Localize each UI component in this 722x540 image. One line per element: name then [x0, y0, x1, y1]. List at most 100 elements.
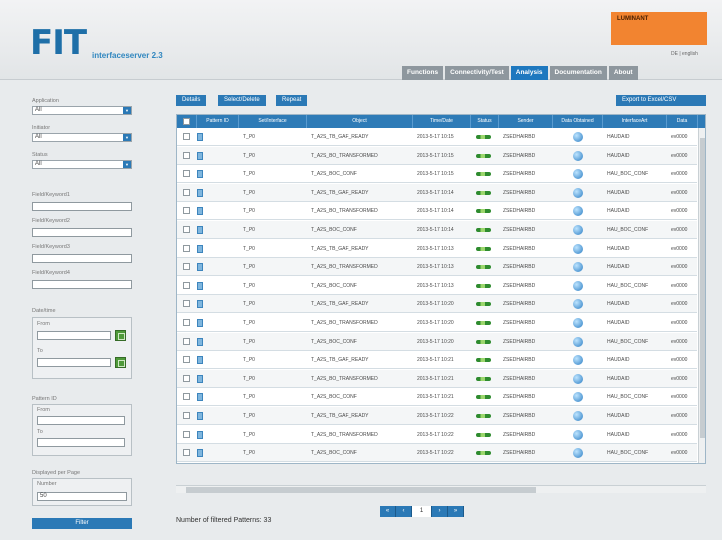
col-data-obtained[interactable]: Data Obtained — [553, 115, 603, 128]
globe-icon[interactable] — [573, 411, 583, 421]
col-pattern-id[interactable]: Pattern ID — [197, 115, 239, 128]
globe-icon[interactable] — [573, 336, 583, 347]
document-icon[interactable] — [197, 207, 203, 216]
field-input-2[interactable] — [32, 228, 132, 237]
row-checkbox[interactable] — [183, 412, 190, 419]
document-icon[interactable] — [197, 263, 203, 272]
document-icon[interactable] — [197, 449, 203, 458]
document-icon[interactable] — [197, 319, 203, 327]
initiator-select[interactable]: All ▼ — [32, 133, 132, 142]
row-checkbox[interactable] — [183, 226, 190, 233]
col-status[interactable]: Status — [471, 115, 499, 128]
globe-icon[interactable] — [573, 429, 583, 440]
filter-button[interactable]: Filter — [32, 518, 132, 529]
table-row[interactable]: T_P0 T_A2S_TB_GAF_READY 2013-5-17 10:21 ZSE… — [177, 351, 697, 370]
col-data[interactable]: Data — [667, 115, 698, 128]
document-icon[interactable] — [197, 188, 203, 197]
row-checkbox[interactable] — [183, 281, 190, 289]
globe-icon[interactable] — [573, 355, 583, 366]
date-from-input[interactable] — [37, 331, 111, 340]
chevron-down-icon[interactable]: ▼ — [123, 161, 131, 168]
table-row[interactable]: T_P0 T_A2S_BO_TRANSFORMED 2013-5-17 10:14 Z… — [177, 202, 697, 221]
field-input-3[interactable] — [32, 254, 132, 263]
calendar-icon[interactable] — [115, 357, 126, 368]
col-interface-art[interactable]: InterfaceArt — [603, 115, 667, 128]
horizontal-scrollbar[interactable] — [176, 485, 706, 493]
tab-analysis[interactable]: Analysis — [510, 66, 548, 80]
row-checkbox[interactable] — [183, 319, 190, 326]
document-icon[interactable] — [197, 393, 203, 402]
application-select[interactable]: All ▼ — [32, 106, 132, 115]
select-all-checkbox[interactable] — [183, 118, 190, 125]
table-row[interactable]: T_P0 T_A2S_BOC_CONF 2013-5-17 10:13 ZSEDHAI… — [177, 277, 697, 295]
repeat-button[interactable]: Repeat — [276, 95, 308, 106]
language-switch[interactable]: DE | english — [671, 51, 698, 57]
scroll-thumb[interactable] — [700, 138, 705, 438]
table-row[interactable]: T_P0 T_A2S_TB_GAF_READY 2013-5-17 10:20 ZSE… — [177, 295, 697, 314]
table-row[interactable]: T_P0 T_A2S_BO_TRANSFORMED 2013-5-17 10:20 Z… — [177, 314, 697, 332]
table-row[interactable]: T_P0 T_A2S_TB_GAF_READY 2013-5-17 10:15 ZSE… — [177, 128, 697, 146]
row-checkbox[interactable] — [183, 430, 190, 438]
tab-documentation[interactable]: Documentation — [549, 66, 607, 80]
col-sender[interactable]: Sender — [499, 115, 553, 128]
status-select[interactable]: All ▼ — [32, 160, 132, 169]
globe-icon[interactable] — [573, 132, 583, 142]
table-row[interactable]: T_P0 T_A2S_BOC_CONF 2013-5-17 10:15 ZSEDHAI… — [177, 165, 697, 184]
document-icon[interactable] — [197, 374, 203, 383]
table-row[interactable]: T_P0 T_A2S_BOC_CONF 2013-5-17 10:14 ZSEDHAI… — [177, 221, 697, 239]
document-icon[interactable] — [197, 151, 203, 160]
globe-icon[interactable] — [573, 448, 583, 459]
table-row[interactable]: T_P0 T_A2S_BO_TRANSFORMED 2013-5-17 10:22 Z… — [177, 426, 697, 444]
details-button[interactable]: Details — [176, 95, 207, 106]
table-row[interactable]: T_P0 T_A2S_TB_GAF_READY 2013-5-17 10:14 ZSE… — [177, 183, 697, 202]
globe-icon[interactable] — [573, 187, 583, 198]
table-row[interactable]: T_P0 T_A2S_BOC_CONF 2013-5-17 10:21 ZSEDHAI… — [177, 388, 697, 407]
table-row[interactable]: T_P0 T_A2S_TB_GAF_READY 2013-5-17 10:22 ZSE… — [177, 407, 697, 425]
chevron-down-icon[interactable]: ▼ — [123, 107, 131, 114]
prev-page-button[interactable]: ‹ — [396, 506, 412, 517]
field-input-1[interactable] — [32, 202, 132, 211]
calendar-icon[interactable] — [115, 330, 126, 341]
row-checkbox[interactable] — [183, 133, 190, 140]
table-row[interactable]: T_P0 T_A2S_BO_TRANSFORMED 2013-5-17 10:13 Z… — [177, 258, 697, 277]
table-row[interactable]: T_P0 T_A2S_BO_TRANSFORMED 2013-5-17 10:21 Z… — [177, 369, 697, 388]
col-time-date[interactable]: Time/Date — [413, 115, 471, 128]
document-icon[interactable] — [197, 244, 203, 253]
row-checkbox[interactable] — [183, 374, 190, 382]
document-icon[interactable] — [197, 300, 203, 309]
row-checkbox[interactable] — [183, 300, 190, 308]
current-page[interactable]: 1 — [412, 506, 432, 517]
globe-icon[interactable] — [573, 206, 583, 217]
document-icon[interactable] — [197, 412, 203, 420]
scroll-thumb[interactable] — [186, 487, 536, 493]
col-set-interface[interactable]: Set/Interface — [239, 115, 307, 128]
row-checkbox[interactable] — [183, 449, 190, 457]
chevron-down-icon[interactable]: ▼ — [123, 134, 131, 141]
document-icon[interactable] — [197, 226, 203, 234]
field-input-4[interactable] — [32, 280, 132, 289]
row-checkbox[interactable] — [183, 263, 190, 271]
row-checkbox[interactable] — [183, 356, 190, 364]
pattern-to-input[interactable] — [37, 438, 125, 447]
document-icon[interactable] — [197, 133, 203, 141]
col-object[interactable]: Object — [307, 115, 413, 128]
globe-icon[interactable] — [573, 392, 583, 403]
select-all-header[interactable] — [177, 115, 197, 128]
row-checkbox[interactable] — [183, 151, 190, 159]
row-checkbox[interactable] — [183, 170, 190, 178]
row-checkbox[interactable] — [183, 337, 190, 345]
document-icon[interactable] — [197, 430, 203, 439]
vertical-scrollbar[interactable] — [698, 128, 705, 463]
globe-icon[interactable] — [573, 169, 583, 180]
next-page-button[interactable]: › — [432, 506, 448, 517]
row-checkbox[interactable] — [183, 244, 190, 252]
document-icon[interactable] — [197, 281, 203, 290]
globe-icon[interactable] — [573, 373, 583, 384]
globe-icon[interactable] — [573, 318, 583, 328]
user-box[interactable]: LUMINANT — [611, 12, 707, 45]
select-delete-button[interactable]: Select/Delete — [218, 95, 266, 106]
table-row[interactable]: T_P0 T_A2S_TB_GAF_READY 2013-5-17 10:13 ZSE… — [177, 240, 697, 258]
table-row[interactable]: T_P0 T_A2S_BO_TRANSFORMED 2013-5-17 10:15 Z… — [177, 146, 697, 165]
row-checkbox[interactable] — [183, 393, 190, 401]
tab-connectivity-test[interactable]: Connectivity/Test — [445, 66, 509, 80]
